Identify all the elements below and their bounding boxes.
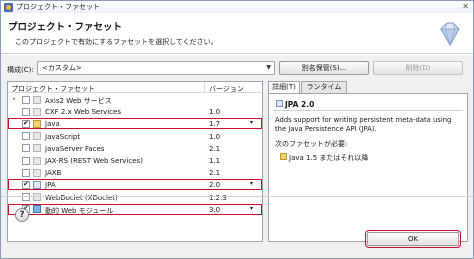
facet-checkbox[interactable] (22, 144, 30, 153)
facet-version[interactable]: 2.1 (209, 169, 220, 177)
facet-checkbox[interactable] (22, 180, 30, 189)
project-facets-dialog: プロジェクト・ファセット ✕ プロジェクト・ファセット このプロジェクトで有効に… (0, 0, 474, 259)
facet-version[interactable]: 2.1 (209, 145, 220, 153)
facet-checkbox[interactable] (22, 193, 30, 202)
chevron-down-icon[interactable]: ▾ (250, 180, 253, 187)
facet-icon (33, 132, 41, 141)
table-row[interactable]: ▸ Axis2 Web サービス (8, 94, 262, 105)
facet-version[interactable]: 1.1 (209, 157, 220, 165)
table-row[interactable]: JAX-RS (REST Web Services) 1.1 (8, 155, 262, 166)
column-facet-header[interactable]: プロジェクト・ファセット (11, 84, 95, 94)
app-icon (4, 2, 13, 12)
column-version-header[interactable]: バージョン (209, 84, 244, 94)
facet-name: Java (45, 120, 60, 129)
facet-icon (33, 107, 41, 116)
close-icon[interactable]: ✕ (462, 2, 469, 12)
facet-version[interactable]: 1.0 (209, 108, 220, 116)
facet-version[interactable]: 2.0 (209, 181, 220, 189)
facet-version[interactable]: 1.0 (209, 133, 220, 141)
page-description: このプロジェクトで有効にするファセットを選択してください。 (15, 38, 218, 46)
table-row[interactable]: JPA 2.0 ▾ (8, 179, 262, 191)
facet-icon (33, 156, 41, 165)
dialog-body: 構成(C): <カスタム> ▼ 別名保管(S)... 削除(D) プロジェクト・… (1, 55, 473, 258)
title-bar: プロジェクト・ファセット ✕ (1, 1, 473, 13)
facet-version[interactable]: 1.7 (209, 120, 220, 128)
table-row[interactable]: Java 1.7 ▾ (8, 118, 262, 130)
tab-runtimes[interactable]: ランタイム(R) (301, 81, 347, 102)
facet-version[interactable]: 1.2.3 (209, 194, 227, 202)
delete-button[interactable]: 削除(D) (373, 61, 463, 75)
facet-checkbox[interactable] (22, 168, 30, 177)
facet-detail-description: Adds support for writing persistent meta… (275, 116, 452, 133)
facet-checkbox[interactable] (22, 156, 30, 165)
requires-item: Java 1.5 またはそれ以降 (280, 153, 369, 163)
configuration-label: 構成(C): (7, 66, 34, 74)
facet-checkbox[interactable] (22, 107, 30, 116)
java-icon (280, 153, 287, 160)
chevron-down-icon[interactable]: ▾ (250, 205, 253, 212)
facet-name: JPA (45, 181, 56, 190)
header-banner: プロジェクト・ファセット このプロジェクトで有効にするファセットを選択してくださ… (1, 13, 473, 54)
gem-icon (440, 22, 460, 47)
facet-detail-title: JPA 2.0 (276, 100, 315, 109)
facet-name: WebDoclet (XDoclet) (45, 193, 118, 202)
help-icon[interactable]: ? (15, 208, 29, 222)
facet-checkbox[interactable] (22, 119, 30, 128)
ok-button[interactable]: OK (365, 230, 461, 248)
facet-detail-name: JPA 2.0 (285, 100, 315, 109)
jpa-icon (276, 100, 283, 107)
table-row[interactable]: WebDoclet (XDoclet) 1.2.3 (8, 192, 262, 203)
table-row[interactable]: JavaScript 1.0 (8, 131, 262, 142)
window-title: プロジェクト・ファセット (16, 3, 100, 11)
chevron-down-icon[interactable]: ▾ (250, 119, 253, 126)
facet-name: Axis2 Web サービス (45, 97, 112, 105)
facet-icon (33, 95, 41, 104)
table-row[interactable]: 動的 Web モジュール 3.0 ▾ (8, 203, 262, 215)
table-header: プロジェクト・ファセット バージョン (8, 82, 262, 93)
facet-name: JavaScript (45, 132, 81, 141)
java-icon (33, 119, 41, 128)
facets-table: プロジェクト・ファセット バージョン ▸ Axis2 Web サービス CXF 2.… (7, 81, 263, 242)
page-title: プロジェクト・ファセット (8, 22, 123, 33)
facet-icon (33, 193, 41, 202)
facet-icon (33, 144, 41, 153)
column-separator (204, 82, 205, 93)
footer-divider (1, 196, 473, 197)
chevron-down-icon: ▼ (266, 64, 271, 71)
jpa-icon (33, 180, 41, 189)
table-row[interactable]: JAXB 2.1 (8, 167, 262, 178)
facet-name: JavaServer Faces (45, 144, 105, 153)
expand-icon[interactable]: ▸ (13, 96, 16, 102)
facet-version[interactable]: 3.0 (209, 206, 220, 214)
facet-checkbox[interactable] (22, 95, 30, 104)
facet-name: JAXB (45, 169, 62, 178)
configuration-value: <カスタム> (42, 64, 82, 72)
facet-icon (33, 168, 41, 177)
web-icon (33, 205, 41, 214)
table-row[interactable]: JavaServer Faces 2.1 (8, 143, 262, 154)
facet-checkbox[interactable] (22, 132, 30, 141)
configuration-select[interactable]: <カスタム> ▼ (37, 61, 275, 75)
requires-item-label: Java 1.5 またはそれ以降 (289, 154, 369, 162)
details-panel: JPA 2.0 Adds support for writing persist… (268, 93, 468, 242)
save-as-button[interactable]: 別名保管(S)... (279, 61, 369, 75)
table-row[interactable]: CXF 2.x Web Services 1.0 (8, 106, 262, 117)
facet-name: 動的 Web モジュール (45, 206, 114, 215)
facet-name: JAX-RS (REST Web Services) (45, 157, 143, 165)
divider (273, 110, 463, 111)
facet-name: CXF 2.x Web Services (45, 108, 121, 117)
requires-label: 次のファセットが必要: (275, 140, 348, 148)
